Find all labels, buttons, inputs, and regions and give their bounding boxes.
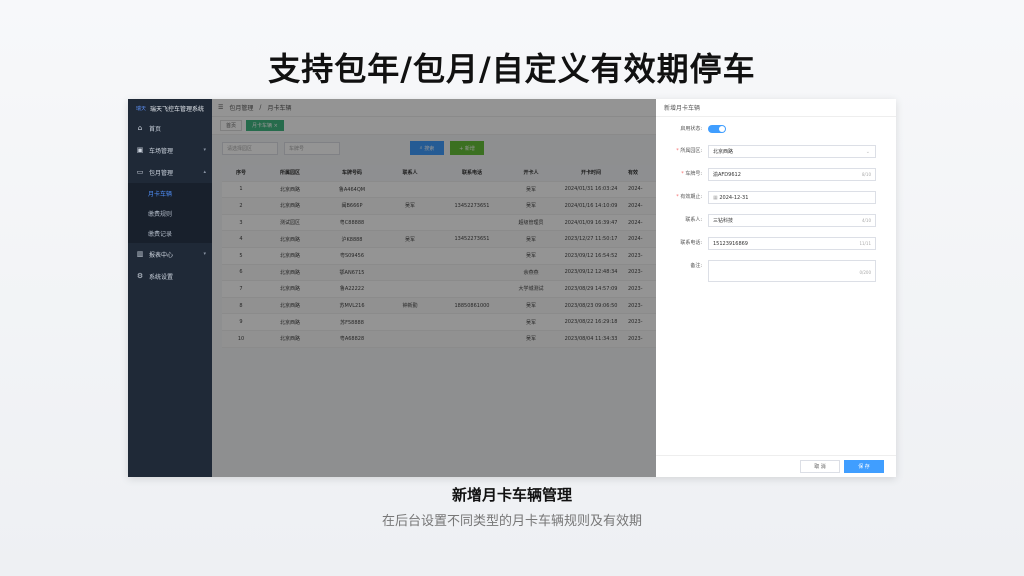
chevron-up-icon: ▴ — [203, 169, 206, 175]
phone-value: 15123916869 — [713, 240, 748, 247]
phone-row: 联系电话: 15123916869 11/11 — [656, 237, 896, 250]
brand-logo: 瑞天 — [136, 105, 147, 112]
phone-label: 联系电话: — [680, 240, 702, 246]
note-row: 备注: 0/200 — [656, 260, 896, 282]
contact-row: 联系人: 三钻科技 4/10 — [656, 214, 896, 227]
drawer-footer: 取 消 保 存 — [656, 455, 896, 477]
sidebar-item-label: 包月管理 — [149, 169, 174, 177]
parking-icon: ▣ — [136, 146, 144, 154]
note-textarea[interactable]: 0/200 — [708, 260, 876, 282]
caption-subtitle: 在后台设置不同类型的月卡车辆规则及有效期 — [381, 514, 642, 529]
contact-label: 联系人: — [685, 217, 702, 223]
expire-value: 2024-12-31 — [719, 194, 749, 201]
save-button[interactable]: 保 存 — [844, 460, 884, 473]
enabled-label: 启用状态: — [680, 126, 702, 132]
chevron-down-icon: ▾ — [203, 251, 206, 257]
app-screenshot: 瑞天 瑞天飞控车管理系统 ⌂ 首页 ▣ 车场管理 ▾ ▭ 包月管理 ▴ 月卡车辆… — [128, 99, 896, 477]
brand-name: 瑞天飞控车管理系统 — [150, 105, 205, 113]
sidebar-subitem-monthly-vehicles[interactable]: 月卡车辆 — [128, 183, 212, 203]
lot-row: * 所属园区: 北京西路 ⌄ — [656, 145, 896, 158]
enabled-toggle[interactable] — [708, 125, 726, 133]
phone-char-count: 11/11 — [859, 241, 871, 246]
drawer-title: 新增月卡车辆 — [656, 99, 896, 117]
sidebar: 瑞天 瑞天飞控车管理系统 ⌂ 首页 ▣ 车场管理 ▾ ▭ 包月管理 ▴ 月卡车辆… — [128, 99, 212, 477]
sidebar-subitem-fee-rules[interactable]: 缴费规则 — [128, 203, 212, 223]
contact-value: 三钻科技 — [713, 218, 734, 224]
home-icon: ⌂ — [137, 124, 143, 132]
chevron-down-icon: ▾ — [203, 147, 206, 153]
contact-input[interactable]: 三钻科技 4/10 — [708, 214, 876, 227]
plate-value: 渝AFD9612 — [713, 172, 741, 178]
lot-value: 北京西路 — [713, 149, 734, 155]
plate-input[interactable]: 渝AFD9612 8/10 — [708, 168, 876, 181]
plate-char-count: 8/10 — [862, 172, 871, 177]
caption-title: 新增月卡车辆管理 — [451, 486, 572, 504]
lot-select[interactable]: 北京西路 ⌄ — [708, 145, 876, 158]
add-vehicle-drawer: 新增月卡车辆 启用状态: * 所属园区: 北京西路 ⌄ * 车牌号: 渝AFD9… — [656, 99, 896, 477]
sidebar-item-reports[interactable]: ▥ 报表中心 ▾ — [128, 243, 212, 265]
sidebar-subitem-fee-records[interactable]: 缴费记录 — [128, 223, 212, 243]
plate-row: * 车牌号: 渝AFD9612 8/10 — [656, 168, 896, 181]
lot-label: * 所属园区: — [676, 148, 702, 154]
card-icon: ▭ — [136, 168, 144, 176]
sidebar-item-parking[interactable]: ▣ 车场管理 ▾ — [128, 139, 212, 161]
chevron-down-icon: ⌄ — [865, 148, 870, 155]
sidebar-item-label: 首页 — [149, 125, 162, 133]
sidebar-item-home[interactable]: ⌂ 首页 — [128, 117, 212, 139]
expire-label: * 有效期止: — [676, 194, 702, 200]
note-char-count: 0/200 — [859, 270, 871, 275]
sidebar-item-settings[interactable]: ⚙ 系统设置 — [128, 265, 212, 287]
plate-label: * 车牌号: — [681, 171, 702, 177]
note-label: 备注: — [690, 263, 702, 269]
gear-icon: ⚙ — [136, 272, 144, 280]
sidebar-item-label: 车场管理 — [149, 147, 174, 155]
brand: 瑞天 瑞天飞控车管理系统 — [128, 99, 212, 117]
contact-char-count: 4/10 — [862, 218, 871, 223]
sidebar-item-label: 报表中心 — [149, 251, 174, 259]
chart-icon: ▥ — [136, 250, 144, 258]
sidebar-item-monthly[interactable]: ▭ 包月管理 ▴ — [128, 161, 212, 183]
enabled-row: 启用状态: — [656, 123, 896, 136]
phone-input[interactable]: 15123916869 11/11 — [708, 237, 876, 250]
sidebar-item-label: 系统设置 — [149, 273, 174, 281]
cancel-button[interactable]: 取 消 — [800, 460, 840, 473]
expire-date-picker[interactable]: ▦ 2024-12-31 — [708, 191, 876, 204]
expire-row: * 有效期止: ▦ 2024-12-31 — [656, 191, 896, 204]
slide-headline: 支持包年/包月/自定义有效期停车 — [268, 50, 756, 88]
